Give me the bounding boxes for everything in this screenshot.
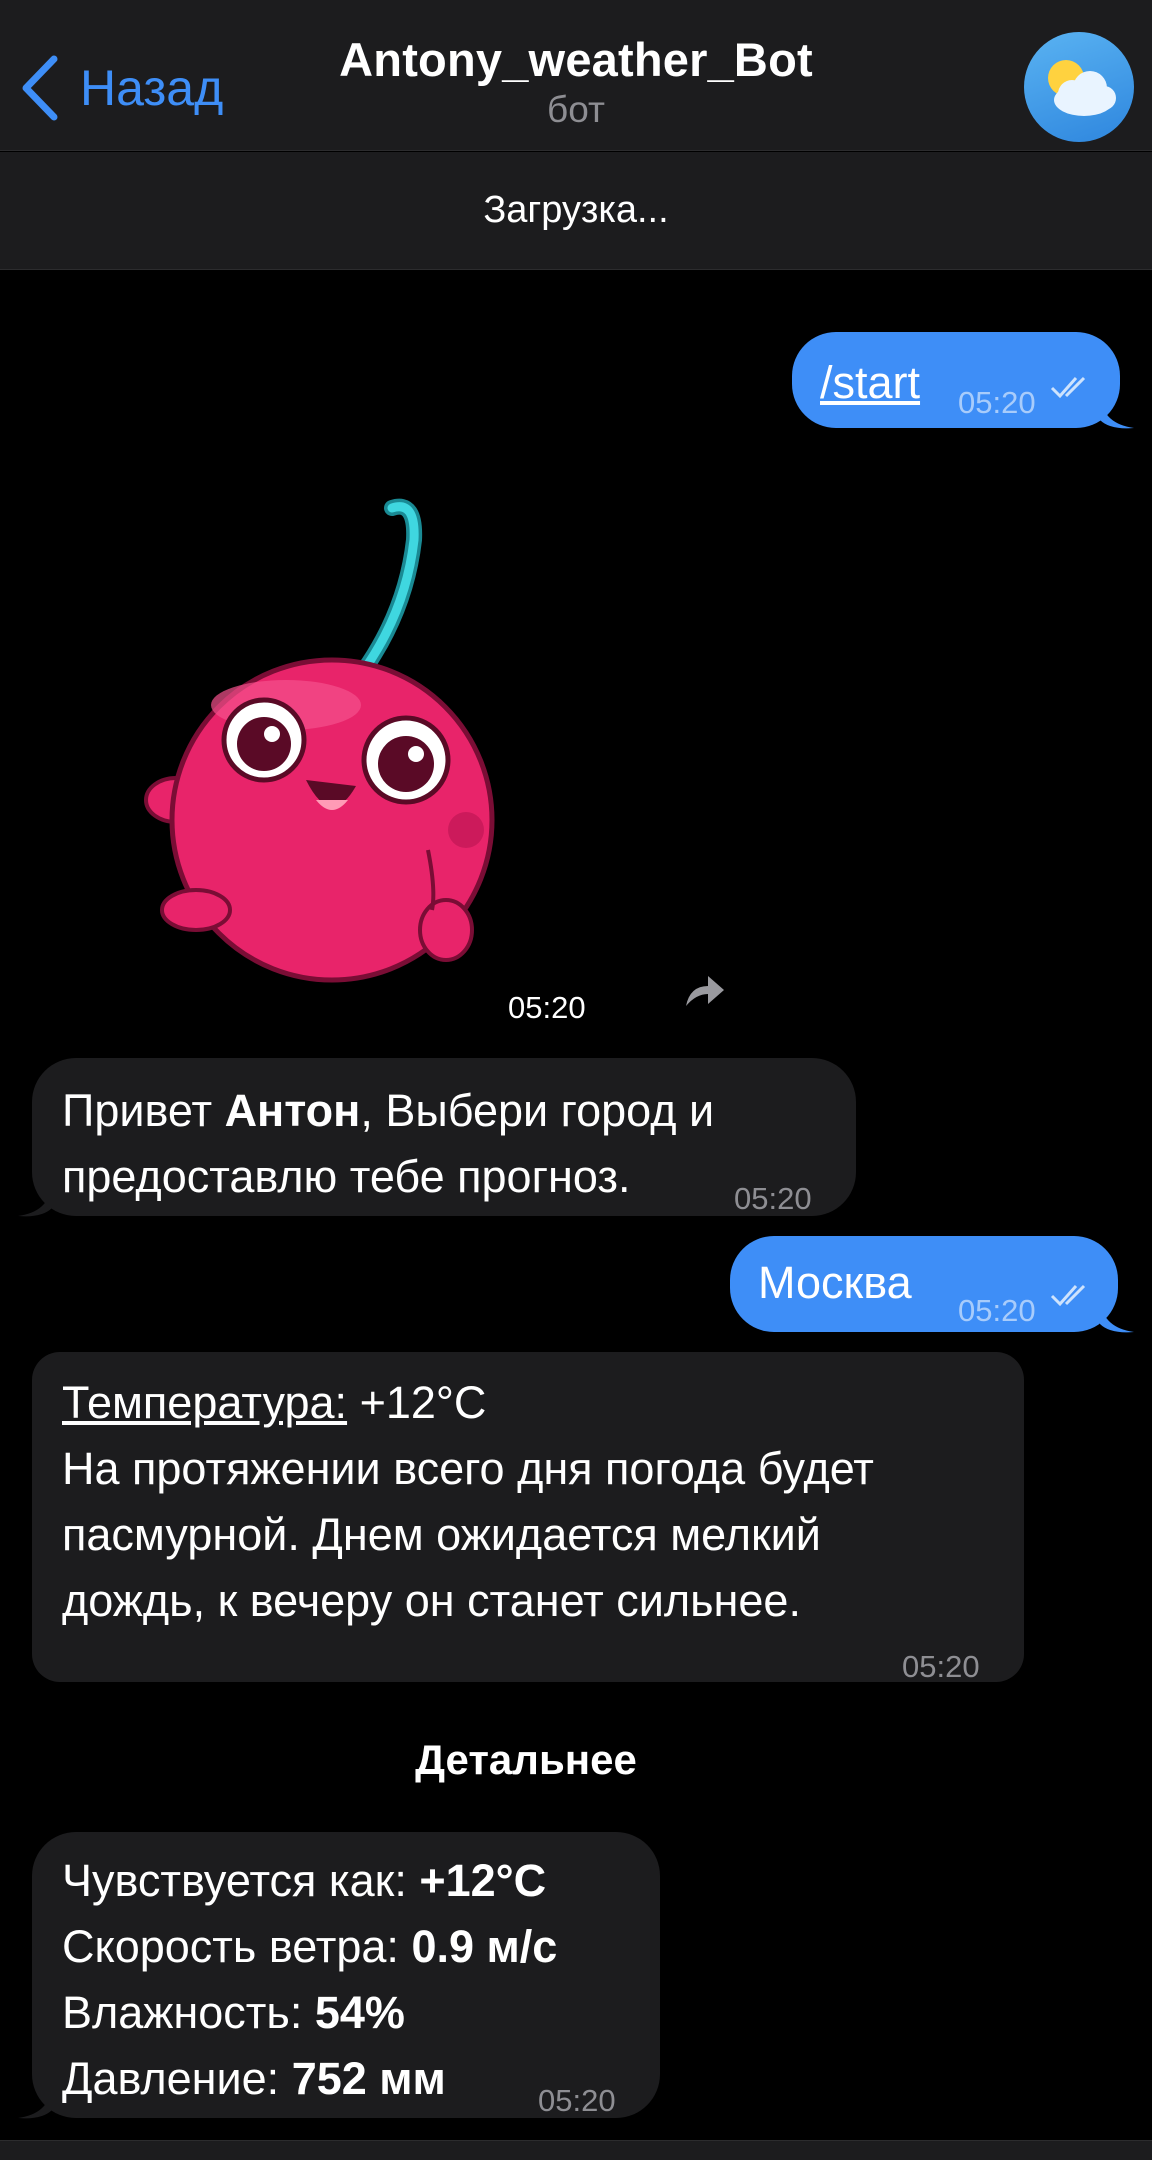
double-check-icon xyxy=(1050,1284,1086,1307)
weather-cloud-sun-icon xyxy=(1048,60,1116,116)
back-label: Назад xyxy=(80,60,224,116)
message-time: 05:20 xyxy=(902,1649,980,1684)
user-name: Антон xyxy=(224,1085,361,1136)
message-time: 05:20 xyxy=(734,1181,812,1216)
message-outgoing-city[interactable]: Москва 05:20 xyxy=(730,1236,1118,1332)
message-time: 05:20 xyxy=(958,385,1036,420)
bubble-tail xyxy=(1100,398,1134,429)
chat-subtitle: бот xyxy=(547,89,605,130)
forecast-line: пасмурной. Днем ожидается мелкий xyxy=(62,1509,821,1560)
greeting-text: Привет Антон, Выбери город и предоставлю… xyxy=(62,1085,715,1202)
chat-title-block[interactable]: Antony_weather_Bot бот xyxy=(276,32,876,131)
city-text: Москва xyxy=(758,1257,912,1308)
bubble-tail xyxy=(1100,1302,1134,1333)
command-link[interactable]: /start xyxy=(820,357,920,408)
message-incoming-details[interactable]: Чувствуется как: +12°C Скорость ветра: 0… xyxy=(32,1832,660,2118)
message-time: 05:20 xyxy=(538,2083,616,2118)
bubble-tail xyxy=(18,1186,52,1217)
cherry-sticker[interactable] xyxy=(136,490,516,990)
loading-status: Загрузка... xyxy=(0,152,1152,270)
detail-feels-like: Чувствуется как: +12°C xyxy=(62,1855,547,1906)
forecast-line: дождь, к вечеру он станет сильнее. xyxy=(62,1575,801,1626)
share-icon[interactable] xyxy=(680,966,728,1014)
back-button[interactable]: Назад xyxy=(20,48,223,128)
details-inline-button[interactable]: Детальнее xyxy=(0,1718,1152,1802)
chevron-left-icon xyxy=(22,55,58,121)
chat-title: Antony_weather_Bot xyxy=(339,33,813,86)
chat-header: Назад Antony_weather_Bot бот xyxy=(0,0,1152,151)
forecast-temperature: Температура: +12°C xyxy=(62,1377,487,1428)
message-time: 05:20 xyxy=(958,1293,1036,1328)
message-incoming-forecast[interactable]: Температура: +12°C На протяжении всего д… xyxy=(32,1352,1024,1684)
bubble-tail xyxy=(18,2088,52,2119)
message-outgoing-start[interactable]: /start 05:20 xyxy=(792,332,1120,428)
bot-avatar[interactable] xyxy=(1024,32,1134,142)
detail-wind-speed: Скорость ветра: 0.9 м/с xyxy=(62,1921,558,1972)
chat-screen: Назад Antony_weather_Bot бот Загрузка...… xyxy=(0,0,1152,2160)
sticker-time: 05:20 xyxy=(508,990,586,1025)
input-bar-edge xyxy=(0,2140,1152,2160)
forecast-line: На протяжении всего дня погода будет xyxy=(62,1443,874,1494)
message-incoming-greeting[interactable]: Привет Антон, Выбери город и предоставлю… xyxy=(32,1058,856,1216)
double-check-icon xyxy=(1050,376,1086,399)
detail-humidity: Влажность: 54% xyxy=(62,1987,405,2038)
